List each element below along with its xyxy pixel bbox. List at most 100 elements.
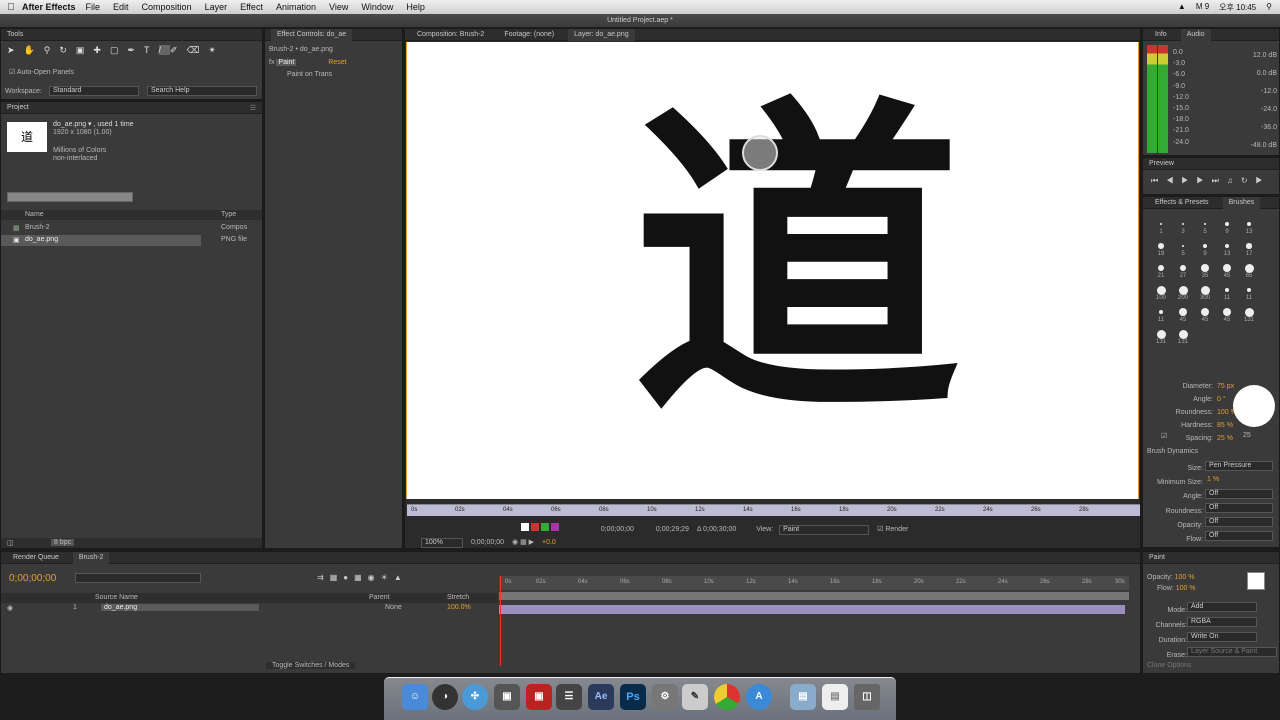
dyn-opacity-select[interactable]: Off bbox=[1205, 517, 1273, 527]
foreground-color-swatch[interactable] bbox=[1247, 572, 1265, 590]
documents-icon[interactable]: ▤ bbox=[822, 684, 848, 710]
spacing-checkbox[interactable]: ☑ bbox=[1161, 432, 1167, 440]
tab-render-queue[interactable]: Render Queue bbox=[7, 552, 65, 564]
view-select[interactable]: Paint bbox=[779, 525, 870, 535]
grid-icon[interactable]: ▦ bbox=[520, 539, 527, 546]
eraser-tool-icon[interactable]: ⌫ bbox=[187, 45, 209, 55]
photos-icon[interactable]: ▣ bbox=[494, 684, 520, 710]
pan-tool-icon[interactable]: ✚ bbox=[93, 45, 110, 55]
clock[interactable]: 오후 10:45 bbox=[1219, 2, 1256, 13]
tab-info[interactable]: Info bbox=[1149, 29, 1173, 41]
channel-green-icon[interactable] bbox=[540, 523, 549, 531]
photoshop-icon[interactable]: Ps bbox=[620, 684, 646, 710]
work-area-bar[interactable] bbox=[499, 592, 1129, 600]
graph-editor-icon[interactable]: ▲ bbox=[394, 573, 408, 582]
brush-preset[interactable]: 13 bbox=[1239, 219, 1259, 239]
rect-tool-icon[interactable]: ▢ bbox=[110, 45, 128, 55]
app-store-icon[interactable]: A bbox=[746, 684, 772, 710]
tab-layer[interactable]: Layer: do_ae.png bbox=[568, 29, 635, 41]
auto-open-row[interactable]: ☑ Auto-Open Panels bbox=[9, 68, 74, 76]
brush-preset[interactable]: 45 bbox=[1217, 307, 1237, 327]
chrome-icon[interactable] bbox=[714, 684, 740, 710]
layer-row[interactable]: ◉ 1 do_ae.png None 100.0% bbox=[1, 604, 498, 615]
tab-effects-presets[interactable]: Effects & Presets bbox=[1149, 197, 1215, 209]
search-help-input[interactable]: Search Help bbox=[147, 86, 257, 96]
brush-preset[interactable]: 11 bbox=[1239, 285, 1259, 305]
layer-duration-bar[interactable] bbox=[499, 605, 1125, 614]
menu-view[interactable]: View bbox=[329, 2, 348, 12]
rotate-tool-icon[interactable]: ↻ bbox=[59, 45, 76, 55]
menu-layer[interactable]: Layer bbox=[205, 2, 228, 12]
brush-preset[interactable]: 19 bbox=[1151, 241, 1171, 261]
first-frame-icon[interactable]: ⏮ bbox=[1151, 176, 1166, 185]
canvas[interactable]: 道 bbox=[406, 42, 1139, 499]
time-in[interactable]: 0;00;00;00 bbox=[601, 526, 634, 533]
parent-select[interactable]: None bbox=[385, 604, 402, 611]
next-frame-icon[interactable]: ▶ bbox=[1196, 176, 1211, 185]
snapshot-icon[interactable]: ◉ bbox=[512, 539, 518, 546]
prev-frame-icon[interactable]: ◀ bbox=[1166, 176, 1181, 185]
loop-icon[interactable]: ↻ bbox=[1241, 176, 1256, 185]
playhead[interactable] bbox=[500, 576, 501, 666]
time-out[interactable]: 0;00;29;29 bbox=[656, 526, 689, 533]
pen-tool-icon[interactable]: ✒ bbox=[127, 45, 144, 55]
app-menu[interactable]: After Effects bbox=[22, 2, 76, 12]
clone-options[interactable]: Clone Options bbox=[1147, 662, 1191, 669]
timeline-ruler[interactable]: 0s 02s 04s 06s 08s 10s 12s 14s 16s 18s 2… bbox=[499, 576, 1129, 590]
brush-preset[interactable]: 100 bbox=[1151, 285, 1171, 305]
brush-preset[interactable]: 3 bbox=[1173, 219, 1193, 239]
hardness-value[interactable]: 85 % bbox=[1217, 419, 1237, 432]
bpc-button[interactable]: 8 bpc bbox=[51, 539, 75, 546]
panel-menu-icon[interactable]: ☰ bbox=[250, 104, 256, 112]
brush-preset[interactable]: 200 bbox=[1173, 285, 1193, 305]
brush-preset[interactable]: 45 bbox=[1217, 263, 1237, 283]
trash-icon[interactable]: ◫ bbox=[854, 684, 880, 710]
fx-icon[interactable]: fx bbox=[269, 59, 274, 66]
play-icon[interactable]: ▶ bbox=[1181, 176, 1196, 185]
brush-preset[interactable]: 11 bbox=[1151, 307, 1171, 327]
time-ruler[interactable]: 0s 02s 04s 06s 08s 10s 12s 14s 16s 18s 2… bbox=[407, 504, 1140, 516]
channels-select[interactable]: RGBA bbox=[1187, 617, 1257, 627]
zoom-tool-icon[interactable]: ⚲ bbox=[44, 45, 60, 55]
project-item[interactable]: ▦ Brush-2 Compos bbox=[1, 223, 262, 234]
finder-icon[interactable]: ☺ bbox=[402, 684, 428, 710]
layer-name[interactable]: do_ae.png bbox=[101, 604, 259, 611]
duration-select[interactable]: Write On bbox=[1187, 632, 1257, 642]
selection-tool-icon[interactable]: ➤ bbox=[7, 45, 24, 55]
channel-magenta-icon[interactable] bbox=[550, 523, 559, 531]
menu-composition[interactable]: Composition bbox=[142, 2, 192, 12]
clapper-icon[interactable]: ☰ bbox=[556, 684, 582, 710]
diameter-value[interactable]: 75 px bbox=[1217, 380, 1237, 393]
folder-icon[interactable]: ▤ bbox=[790, 684, 816, 710]
after-effects-icon[interactable]: Ae bbox=[588, 684, 614, 710]
brush-preset[interactable]: 1 bbox=[1151, 219, 1171, 239]
puppet-tool-icon[interactable]: ✴ bbox=[208, 45, 225, 55]
frame-blend-icon[interactable]: ▦ bbox=[354, 573, 368, 582]
last-frame-icon[interactable]: ⏭ bbox=[1212, 176, 1227, 185]
toggle-switches-button[interactable]: Toggle Switches / Modes bbox=[266, 662, 356, 669]
visibility-icon[interactable]: ◉ bbox=[7, 604, 13, 612]
effect-controls-tab[interactable]: Effect Controls: do_ae bbox=[271, 29, 353, 41]
exposure-value[interactable]: +0.0 bbox=[542, 539, 556, 546]
brush-preset[interactable]: 17 bbox=[1239, 241, 1259, 261]
apple-icon[interactable]:  bbox=[0, 2, 22, 13]
menu-window[interactable]: Window bbox=[361, 2, 393, 12]
settings-icon[interactable]: ⚙ bbox=[652, 684, 678, 710]
erase-select[interactable]: Layer Source & Paint bbox=[1187, 647, 1277, 657]
preview-icon[interactable]: ✎ bbox=[682, 684, 708, 710]
brush-preset[interactable]: 131 bbox=[1151, 329, 1171, 349]
current-time[interactable]: 0;00;00;00 bbox=[471, 539, 504, 546]
zoom-select[interactable]: 100% bbox=[421, 538, 463, 548]
motion-blur-icon[interactable]: ◉ bbox=[368, 573, 381, 582]
brush-preset[interactable]: 65 bbox=[1239, 263, 1259, 283]
photo-booth-icon[interactable]: ▣ bbox=[526, 684, 552, 710]
safari-icon[interactable]: ✣ bbox=[462, 684, 488, 710]
dyn-roundness-select[interactable]: Off bbox=[1205, 503, 1273, 513]
play-icon[interactable]: ▶ bbox=[529, 539, 534, 546]
spacing-value[interactable]: 25 % bbox=[1217, 432, 1237, 445]
menu-effect[interactable]: Effect bbox=[240, 2, 263, 12]
size-select[interactable]: Pen Pressure bbox=[1205, 461, 1273, 471]
camera-tool-icon[interactable]: ▣ bbox=[76, 45, 94, 55]
hand-tool-icon[interactable]: ✋ bbox=[24, 45, 44, 55]
status-m9[interactable]: M 9 bbox=[1196, 2, 1209, 13]
